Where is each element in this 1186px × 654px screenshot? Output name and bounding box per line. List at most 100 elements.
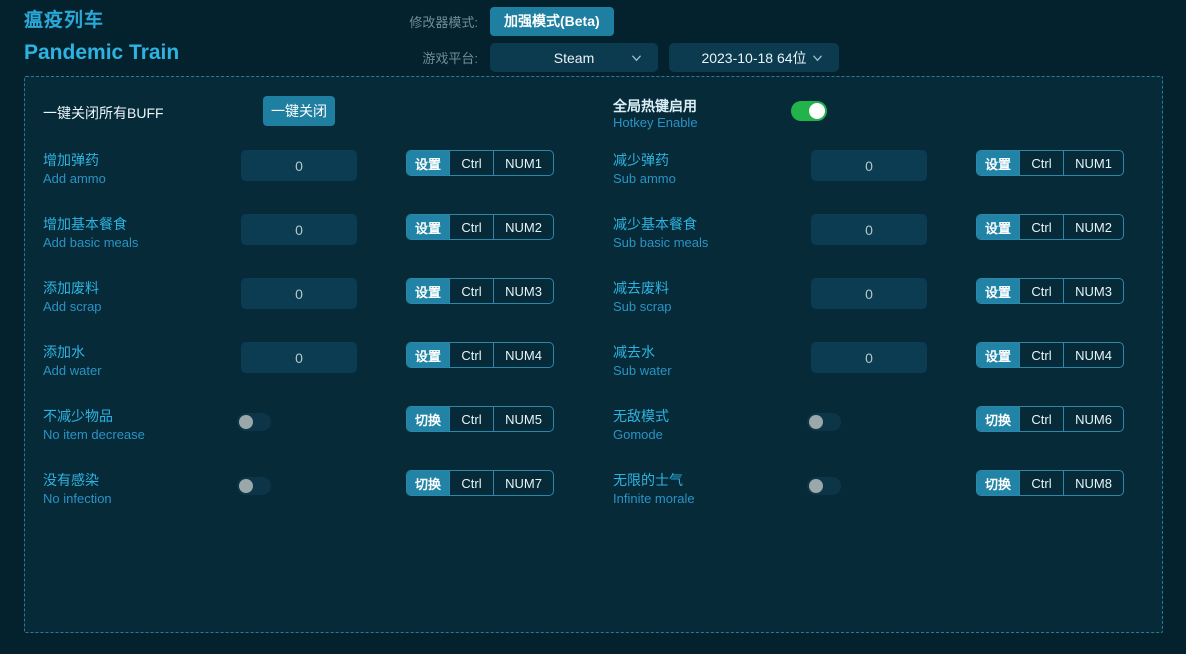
- hotkey-key[interactable]: NUM3: [1063, 279, 1123, 303]
- hotkey-modifier[interactable]: Ctrl: [449, 215, 493, 239]
- cheat-row-add-water: 添加水 Add water 设置 Ctrl NUM4: [25, 335, 595, 391]
- hotkey-enable-toggle[interactable]: [791, 101, 827, 121]
- hotkey-enable-label-en: Hotkey Enable: [613, 115, 698, 130]
- cheat-label: 添加水 Add water: [43, 343, 238, 380]
- hotkey-action-button[interactable]: 切换: [407, 407, 450, 431]
- value-input[interactable]: [241, 214, 357, 245]
- hotkey-modifier[interactable]: Ctrl: [449, 151, 493, 175]
- platform-select-value: Steam: [553, 49, 595, 66]
- hotkey-group[interactable]: 设置 Ctrl NUM1: [976, 150, 1125, 176]
- hotkey-action-button[interactable]: 设置: [977, 279, 1020, 303]
- hotkey-modifier[interactable]: Ctrl: [1019, 471, 1063, 495]
- toggle-knob: [809, 103, 825, 119]
- app-header: 瘟疫列车 Pandemic Train 修改器模式: 加强模式(Beta) 游戏…: [0, 0, 1186, 78]
- cheat-label-cn: 减少弹药: [613, 152, 669, 168]
- cheat-label-en: No infection: [43, 491, 112, 506]
- hotkey-modifier[interactable]: Ctrl: [1019, 279, 1063, 303]
- hotkey-modifier[interactable]: Ctrl: [1019, 407, 1063, 431]
- cheat-label: 没有感染 No infection: [43, 471, 238, 508]
- hotkey-key[interactable]: NUM2: [1063, 215, 1123, 239]
- hotkey-key[interactable]: NUM1: [1063, 151, 1123, 175]
- hotkey-group[interactable]: 设置 Ctrl NUM3: [406, 278, 555, 304]
- trainer-mode-row: 修改器模式: 加强模式(Beta): [396, 7, 614, 36]
- cheat-label: 减去废料 Sub scrap: [613, 279, 808, 316]
- close-all-buffs-button[interactable]: 一键关闭: [263, 96, 335, 126]
- hotkey-key[interactable]: NUM2: [493, 215, 553, 239]
- hotkey-key[interactable]: NUM3: [493, 279, 553, 303]
- cheat-label-en: Sub ammo: [613, 171, 676, 186]
- version-select[interactable]: 2023-10-18 64位: [669, 43, 839, 72]
- hotkey-group[interactable]: 设置 Ctrl NUM2: [976, 214, 1125, 240]
- cheat-label: 增加弹药 Add ammo: [43, 151, 238, 188]
- hotkey-group[interactable]: 设置 Ctrl NUM4: [406, 342, 555, 368]
- cheat-row-gomode: 无敌模式 Gomode 切换 Ctrl NUM6: [595, 399, 1165, 455]
- cheat-label-en: Add water: [43, 363, 102, 378]
- value-input[interactable]: [241, 278, 357, 309]
- hotkey-key[interactable]: NUM5: [493, 407, 553, 431]
- hotkey-modifier[interactable]: Ctrl: [449, 343, 493, 367]
- value-input[interactable]: [241, 150, 357, 181]
- hotkey-modifier[interactable]: Ctrl: [1019, 343, 1063, 367]
- hotkey-key[interactable]: NUM8: [1063, 471, 1123, 495]
- cheat-label-en: Add scrap: [43, 299, 102, 314]
- app-title-block: 瘟疫列车 Pandemic Train: [24, 8, 179, 68]
- cheat-label-cn: 不减少物品: [43, 408, 113, 424]
- cheat-label: 减少基本餐食 Sub basic meals: [613, 215, 808, 252]
- hotkey-group[interactable]: 切换 Ctrl NUM7: [406, 470, 555, 496]
- hotkey-modifier[interactable]: Ctrl: [449, 471, 493, 495]
- value-input[interactable]: [241, 342, 357, 373]
- hotkey-group[interactable]: 切换 Ctrl NUM8: [976, 470, 1125, 496]
- value-input[interactable]: [811, 214, 927, 245]
- trainer-mode-button[interactable]: 加强模式(Beta): [490, 7, 614, 36]
- hotkey-action-button[interactable]: 设置: [407, 279, 450, 303]
- cheat-label-en: Gomode: [613, 427, 663, 442]
- cheat-row-no-item-decrease: 不减少物品 No item decrease 切换 Ctrl NUM5: [25, 399, 595, 455]
- cheat-row-sub-scrap: 减去废料 Sub scrap 设置 Ctrl NUM3: [595, 271, 1165, 327]
- cheat-label-en: Sub scrap: [613, 299, 672, 314]
- value-input[interactable]: [811, 342, 927, 373]
- hotkey-enable-row: 全局热键启用 Hotkey Enable: [595, 89, 1165, 145]
- hotkey-modifier[interactable]: Ctrl: [1019, 151, 1063, 175]
- value-input[interactable]: [811, 278, 927, 309]
- hotkey-key[interactable]: NUM7: [493, 471, 553, 495]
- cheat-row-sub-ammo: 减少弹药 Sub ammo 设置 Ctrl NUM1: [595, 143, 1165, 199]
- chevron-down-icon: [813, 55, 822, 61]
- hotkey-action-button[interactable]: 设置: [977, 151, 1020, 175]
- hotkey-key[interactable]: NUM1: [493, 151, 553, 175]
- cheat-label-en: Sub water: [613, 363, 672, 378]
- cheat-label-en: Add basic meals: [43, 235, 139, 250]
- hotkey-key[interactable]: NUM4: [1063, 343, 1123, 367]
- close-all-buffs-label: 一键关闭所有BUFF: [43, 105, 164, 121]
- hotkey-group[interactable]: 设置 Ctrl NUM2: [406, 214, 555, 240]
- hotkey-key[interactable]: NUM6: [1063, 407, 1123, 431]
- hotkey-modifier[interactable]: Ctrl: [1019, 215, 1063, 239]
- cheat-toggle[interactable]: [807, 477, 841, 495]
- cheat-label-cn: 无敌模式: [613, 408, 669, 424]
- hotkey-group[interactable]: 切换 Ctrl NUM5: [406, 406, 555, 432]
- hotkey-key[interactable]: NUM4: [493, 343, 553, 367]
- cheat-toggle[interactable]: [237, 413, 271, 431]
- value-input[interactable]: [811, 150, 927, 181]
- trainer-mode-label: 修改器模式:: [409, 15, 478, 30]
- cheat-toggle[interactable]: [237, 477, 271, 495]
- app-title-en: Pandemic Train: [24, 41, 180, 64]
- cheat-toggle[interactable]: [807, 413, 841, 431]
- hotkey-action-button[interactable]: 设置: [977, 215, 1020, 239]
- hotkey-action-button[interactable]: 切换: [977, 407, 1020, 431]
- hotkey-action-button[interactable]: 设置: [977, 343, 1020, 367]
- hotkey-modifier[interactable]: Ctrl: [449, 279, 493, 303]
- hotkey-action-button[interactable]: 设置: [407, 343, 450, 367]
- hotkey-action-button[interactable]: 切换: [407, 471, 450, 495]
- hotkey-group[interactable]: 设置 Ctrl NUM1: [406, 150, 555, 176]
- hotkey-enable-label-cn: 全局热键启用: [613, 98, 697, 114]
- cheat-label-en: Add ammo: [43, 171, 106, 186]
- toggle-knob: [239, 479, 253, 493]
- hotkey-action-button[interactable]: 设置: [407, 151, 450, 175]
- hotkey-action-button[interactable]: 设置: [407, 215, 450, 239]
- hotkey-group[interactable]: 设置 Ctrl NUM4: [976, 342, 1125, 368]
- hotkey-modifier[interactable]: Ctrl: [449, 407, 493, 431]
- hotkey-action-button[interactable]: 切换: [977, 471, 1020, 495]
- platform-select[interactable]: Steam: [490, 43, 658, 72]
- hotkey-group[interactable]: 切换 Ctrl NUM6: [976, 406, 1125, 432]
- hotkey-group[interactable]: 设置 Ctrl NUM3: [976, 278, 1125, 304]
